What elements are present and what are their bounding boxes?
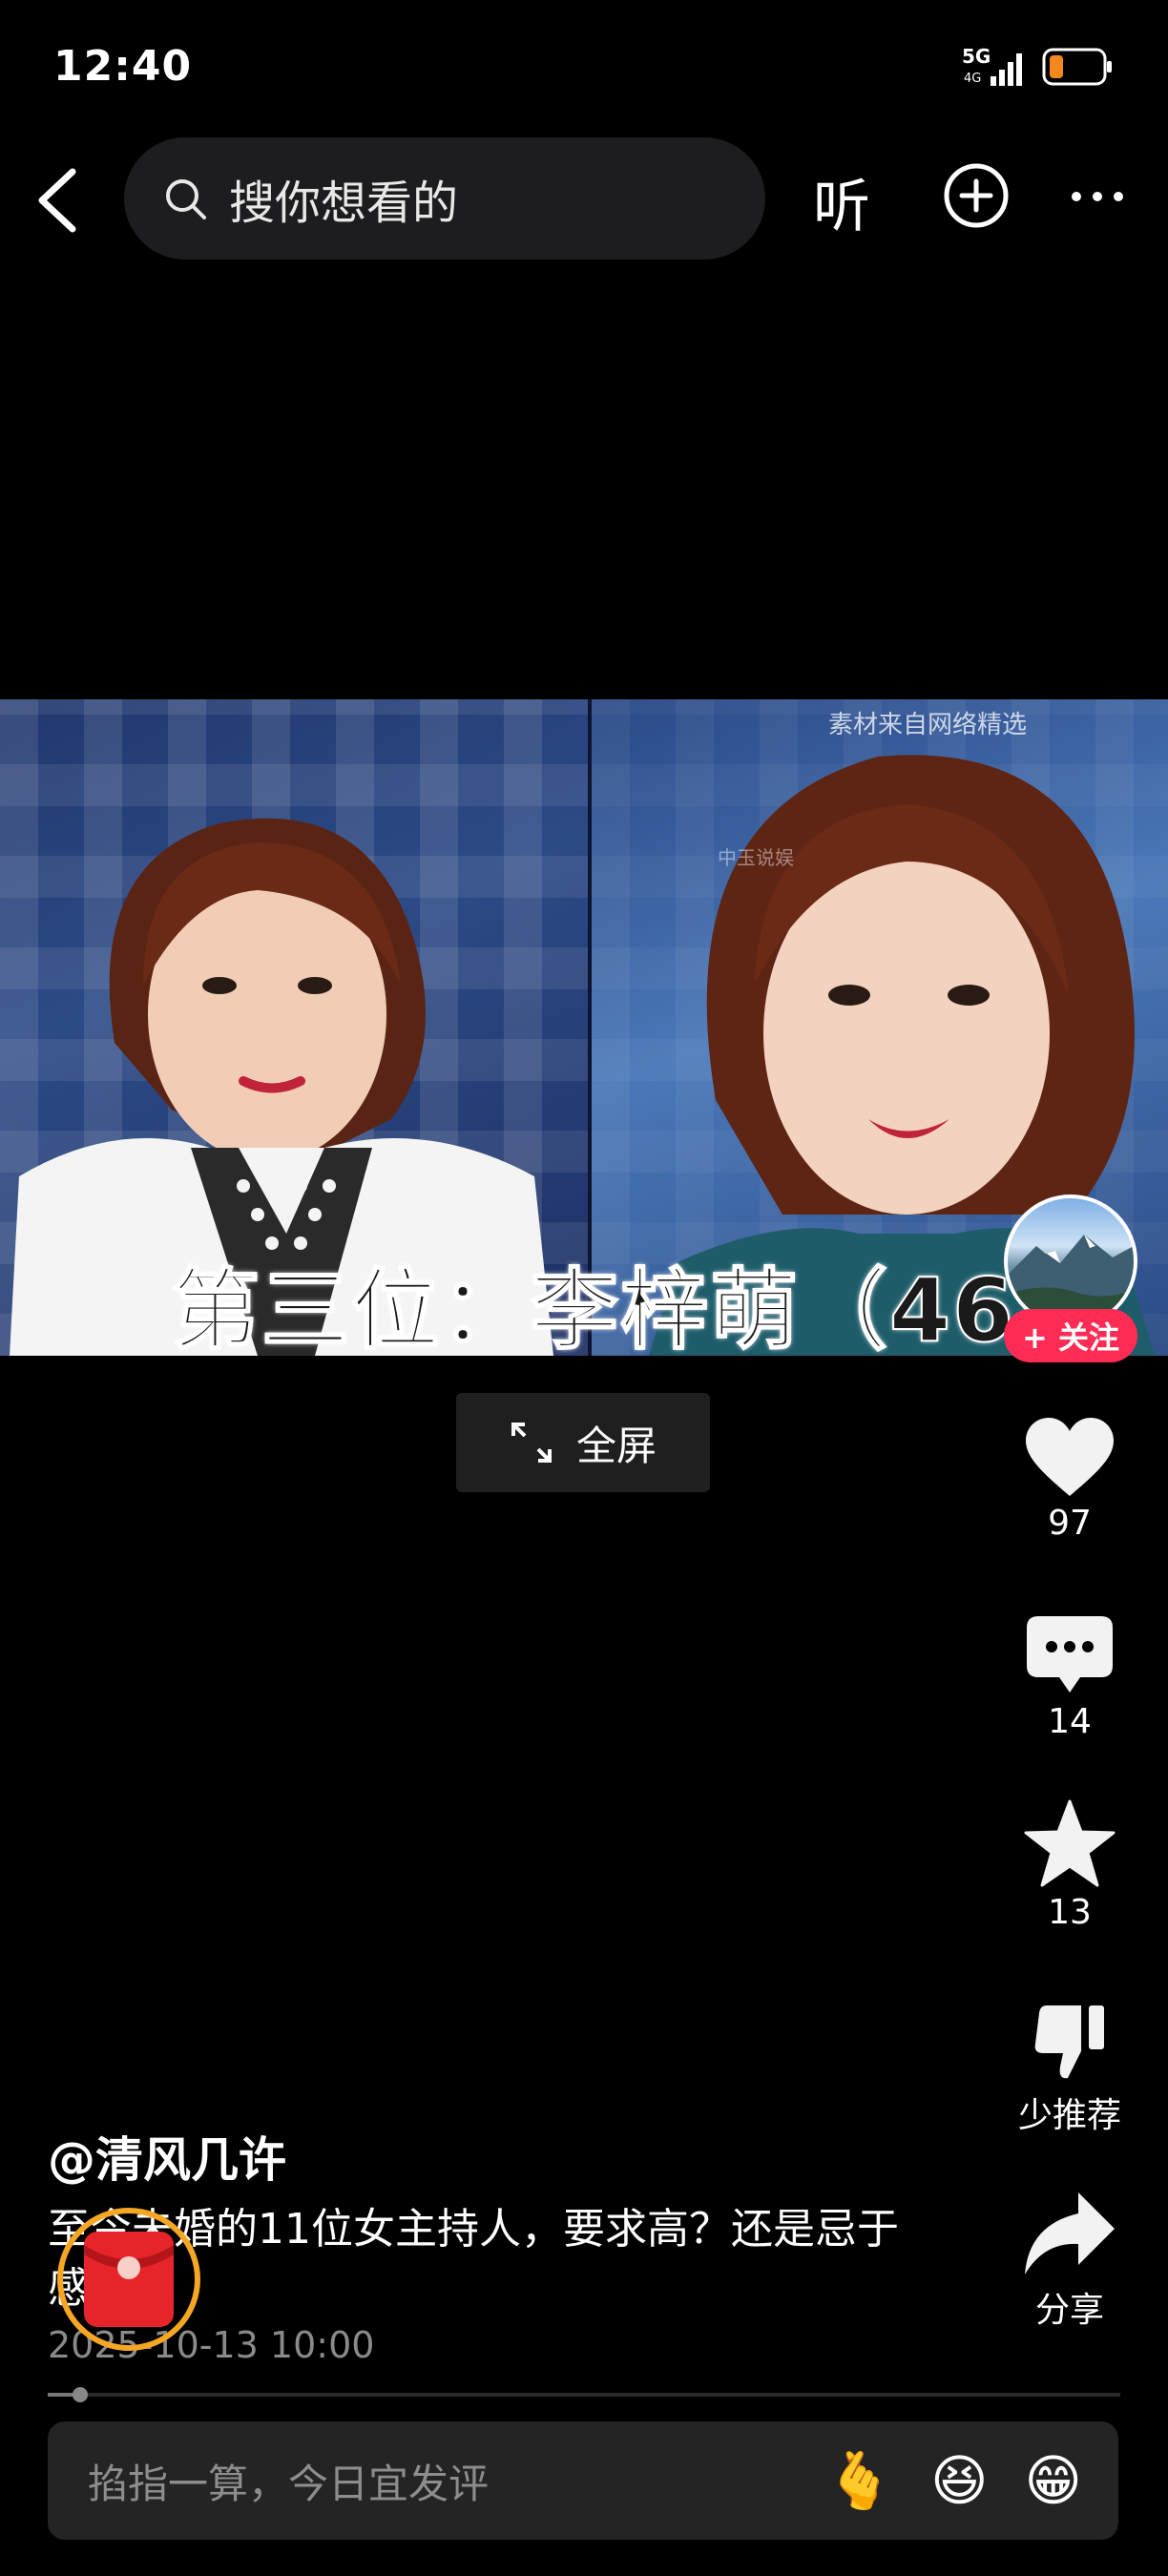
red-envelope-icon [84,2232,174,2327]
follow-button[interactable]: + 关注 [1004,1309,1137,1362]
expand-icon [511,1423,552,1463]
add-circle-icon[interactable] [943,162,1010,229]
laughing-emoji-button[interactable]: 😆 [930,2448,988,2513]
status-time: 12:40 [53,42,193,91]
comment-input-bar[interactable]: 掐指一算，今日宜发评 🫰 😆 😁 [48,2421,1118,2540]
like-button[interactable]: 97 [1013,1416,1126,1543]
finger-heart-emoji-button[interactable]: 🫰 [825,2448,894,2514]
like-count: 97 [1048,1504,1092,1543]
search-icon [166,179,206,219]
search-placeholder: 搜你想看的 [229,177,459,230]
network-sub-label: 4G [964,72,981,86]
avatar-landscape-image [1008,1235,1134,1324]
star-icon [1024,1799,1116,1887]
listen-button[interactable]: 听 [813,160,870,243]
share-arrow-icon [1025,2192,1115,2275]
favorite-count: 13 [1048,1893,1092,1932]
video-watermark: 素材来自网络精选 [828,711,1028,739]
favorite-button[interactable]: 13 [1013,1799,1126,1932]
thumbs-down-icon [1034,2005,1104,2079]
video-caption: 第三位：李梓萌（46岁 [171,1258,1106,1356]
more-options-icon[interactable] [1069,187,1126,206]
comment-placeholder: 掐指一算，今日宜发评 [88,2460,490,2507]
red-packet-button[interactable] [57,2208,200,2351]
share-label: 分享 [1034,2291,1104,2330]
video-player[interactable]: 素材来自网络精选 中玉说娱 第三位：李梓萌（46岁 [0,699,1168,1356]
grinning-emoji-button[interactable]: 😁 [1025,2448,1082,2513]
author-avatar[interactable] [1004,1195,1137,1328]
fullscreen-label: 全屏 [575,1422,657,1469]
heart-icon [1026,1418,1114,1496]
cellular-signal-icon: 5G 4G [962,45,1022,86]
share-button[interactable]: 分享 [1013,2191,1126,2332]
network-type-label: 5G [962,45,991,68]
author-username[interactable]: @清风几许 [48,2122,286,2191]
dislike-label: 少推荐 [1017,2096,1121,2135]
comment-bubble-icon [1027,1616,1113,1693]
comment-count: 14 [1048,1702,1092,1741]
video-watermark-secondary: 中玉说娱 [718,846,794,869]
dislike-button[interactable]: 少推荐 [1013,2004,1126,2137]
video-progress-thumb[interactable] [73,2387,88,2402]
back-arrow-icon[interactable] [29,162,86,239]
fullscreen-button[interactable]: 全屏 [456,1393,710,1492]
battery-icon [1042,48,1112,86]
comment-button[interactable]: 14 [1013,1614,1126,1741]
search-bar[interactable]: 搜你想看的 [124,137,765,260]
video-progress-track[interactable] [48,2393,1120,2397]
